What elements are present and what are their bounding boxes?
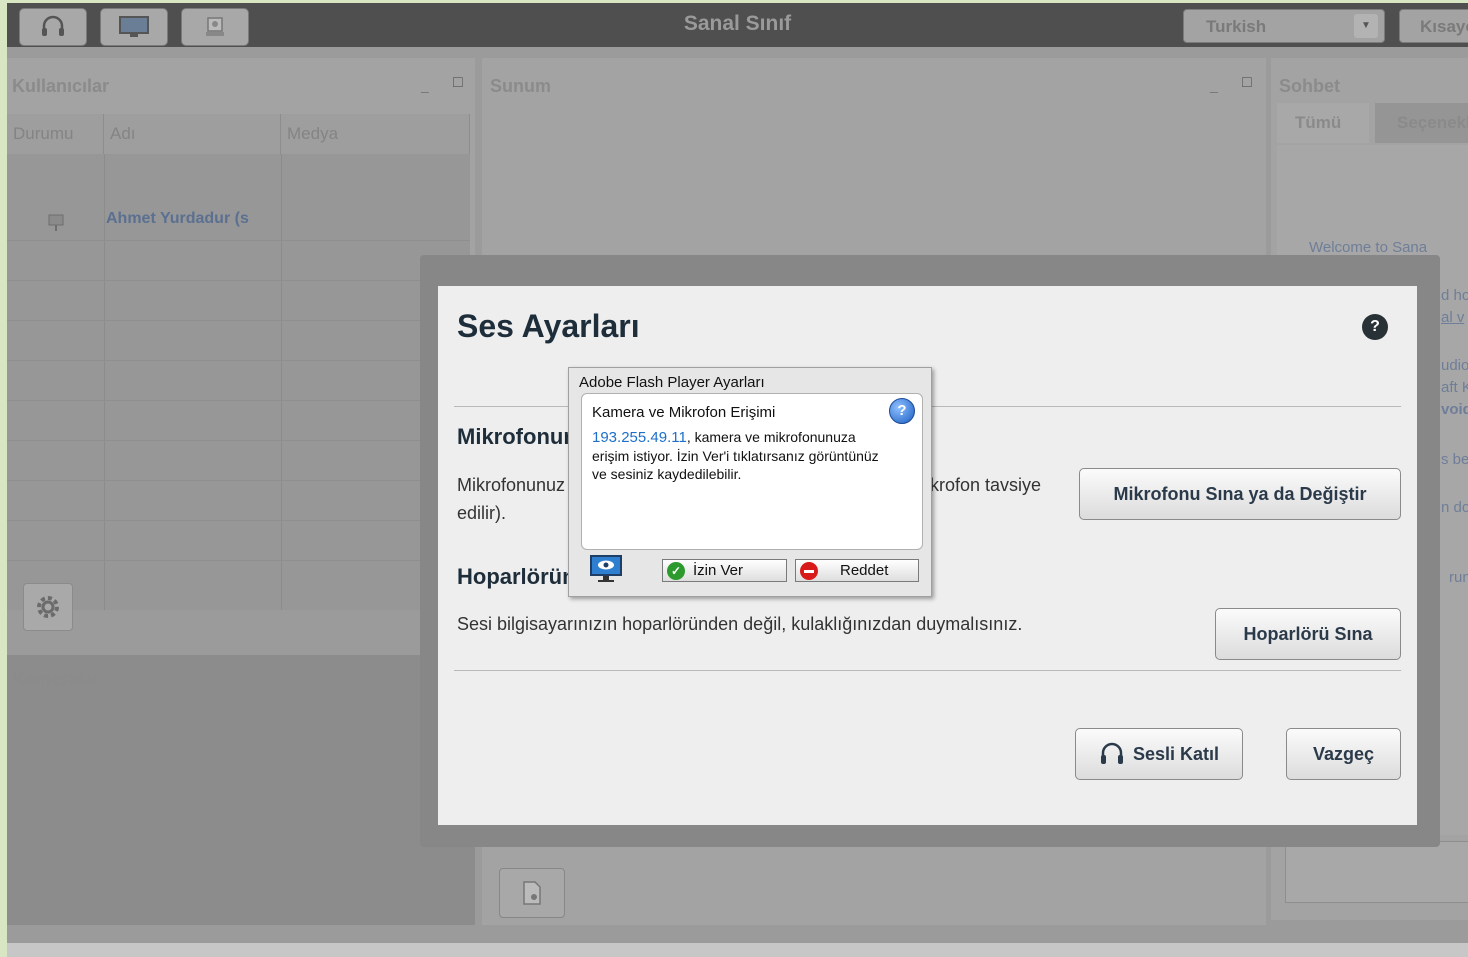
row-divider bbox=[7, 440, 470, 441]
horizontal-scrollbar[interactable] bbox=[7, 943, 1468, 957]
column-divider bbox=[281, 154, 282, 610]
microphone-description-start: Mikrofonunuz bbox=[457, 475, 566, 495]
divider bbox=[454, 670, 1401, 671]
allow-button[interactable]: ✓ İzin Ver bbox=[662, 559, 787, 582]
settings-button[interactable] bbox=[23, 583, 73, 631]
flash-message-box: Kamera ve Mikrofon Erişimi ? 193.255.49.… bbox=[581, 393, 923, 550]
maximize-icon[interactable]: □ bbox=[1242, 74, 1252, 92]
row-divider bbox=[7, 400, 470, 401]
join-audio-button[interactable]: Sesli Katıl bbox=[1075, 728, 1243, 780]
checkmark-icon: ✓ bbox=[667, 561, 685, 580]
upload-document-button[interactable] bbox=[499, 868, 565, 918]
users-table: Durumu Adı Medya Ahmet Yurdadur (s bbox=[7, 114, 470, 610]
host-address: 193.255.49.11 bbox=[592, 429, 687, 446]
flash-dialog-title: Adobe Flash Player Ayarları bbox=[579, 374, 765, 391]
chat-message-text: s be bbox=[1441, 451, 1468, 468]
row-divider bbox=[7, 480, 470, 481]
chat-input[interactable] bbox=[1285, 841, 1468, 903]
cameras-panel: Kameralar bbox=[7, 655, 475, 925]
allow-label: İzin Ver bbox=[693, 562, 744, 579]
maximize-icon[interactable]: □ bbox=[453, 74, 463, 92]
users-panel: Kullanıcılar _ □ Durumu Adı Medya Ahmet … bbox=[7, 58, 475, 610]
flash-permission-dialog: Adobe Flash Player Ayarları Kamera ve Mi… bbox=[568, 367, 932, 597]
dialog-title: Ses Ayarları bbox=[457, 308, 640, 344]
chat-message-link[interactable]: al v bbox=[1441, 309, 1464, 326]
microphone-description-line2: edilir). bbox=[457, 503, 507, 523]
chat-message-text: udio bbox=[1441, 357, 1468, 374]
chat-panel-title: Sohbet bbox=[1279, 76, 1340, 96]
headset-icon bbox=[1100, 742, 1123, 764]
chat-message-text: run bbox=[1449, 569, 1468, 586]
tab-all[interactable]: Tümü bbox=[1277, 103, 1369, 143]
column-divider bbox=[104, 154, 105, 610]
shortcuts-button[interactable]: Kısayollar bbox=[1399, 9, 1468, 43]
row-divider bbox=[7, 360, 470, 361]
no-entry-icon bbox=[800, 561, 818, 580]
chevron-down-icon: ▼ bbox=[1354, 14, 1378, 38]
privacy-settings-icon[interactable] bbox=[589, 554, 623, 584]
minimize-icon[interactable]: _ bbox=[421, 78, 429, 94]
join-audio-label: Sesli Katıl bbox=[1132, 743, 1220, 764]
users-panel-title: Kullanıcılar bbox=[12, 76, 110, 96]
column-header-name[interactable]: Adı bbox=[104, 114, 281, 154]
gear-icon bbox=[37, 596, 59, 618]
test-microphone-button[interactable]: Mikrofonu Sına ya da Değiştir bbox=[1079, 468, 1401, 520]
chat-message-text: void bbox=[1441, 401, 1468, 418]
chat-tabs: Tümü Seçenekler bbox=[1277, 103, 1468, 143]
help-icon[interactable]: ? bbox=[889, 398, 915, 424]
language-value: Turkish bbox=[1206, 17, 1267, 36]
document-upload-icon bbox=[523, 881, 541, 905]
flash-heading: Kamera ve Mikrofon Erişimi bbox=[592, 404, 776, 421]
microphone-description-end: krofon tavsiye bbox=[930, 475, 1042, 495]
speaker-description: Sesi bilgisayarınızın hoparlöründen deği… bbox=[457, 614, 1023, 634]
language-select[interactable]: Turkish ▼ bbox=[1183, 9, 1385, 43]
row-divider bbox=[7, 240, 470, 241]
cameras-panel-title: Kameralar bbox=[12, 669, 101, 689]
presentation-panel-title: Sunum bbox=[490, 76, 551, 96]
tab-options[interactable]: Seçenekler bbox=[1375, 103, 1468, 143]
chat-message-text: n do bbox=[1441, 499, 1468, 516]
deny-button[interactable]: Reddet bbox=[795, 559, 919, 582]
presenter-status-icon bbox=[48, 214, 64, 231]
user-name[interactable]: Ahmet Yurdadur (s bbox=[106, 210, 249, 228]
column-header-media[interactable]: Medya bbox=[281, 114, 470, 154]
shortcuts-label: Kısayollar bbox=[1420, 17, 1468, 36]
test-speaker-button[interactable]: Hoparlörü Sına bbox=[1215, 608, 1401, 660]
minimize-icon[interactable]: _ bbox=[1210, 78, 1218, 94]
top-bar: Sanal Sınıf Turkish ▼ Kısayollar bbox=[7, 3, 1468, 47]
chat-message-text: aft K bbox=[1441, 379, 1468, 396]
row-divider bbox=[7, 520, 470, 521]
row-divider bbox=[7, 320, 470, 321]
row-divider bbox=[7, 560, 470, 561]
column-header-status[interactable]: Durumu bbox=[7, 114, 104, 154]
chat-message-text: d ho bbox=[1441, 287, 1468, 304]
row-divider bbox=[7, 280, 470, 281]
cancel-button[interactable]: Vazgeç bbox=[1286, 728, 1401, 780]
help-icon[interactable]: ? bbox=[1362, 314, 1388, 340]
flash-message: 193.255.49.11, kamera ve mikrofonunuza e… bbox=[592, 428, 892, 483]
deny-label: Reddet bbox=[840, 562, 889, 579]
chat-message-text: Welcome to Sana bbox=[1309, 239, 1428, 256]
